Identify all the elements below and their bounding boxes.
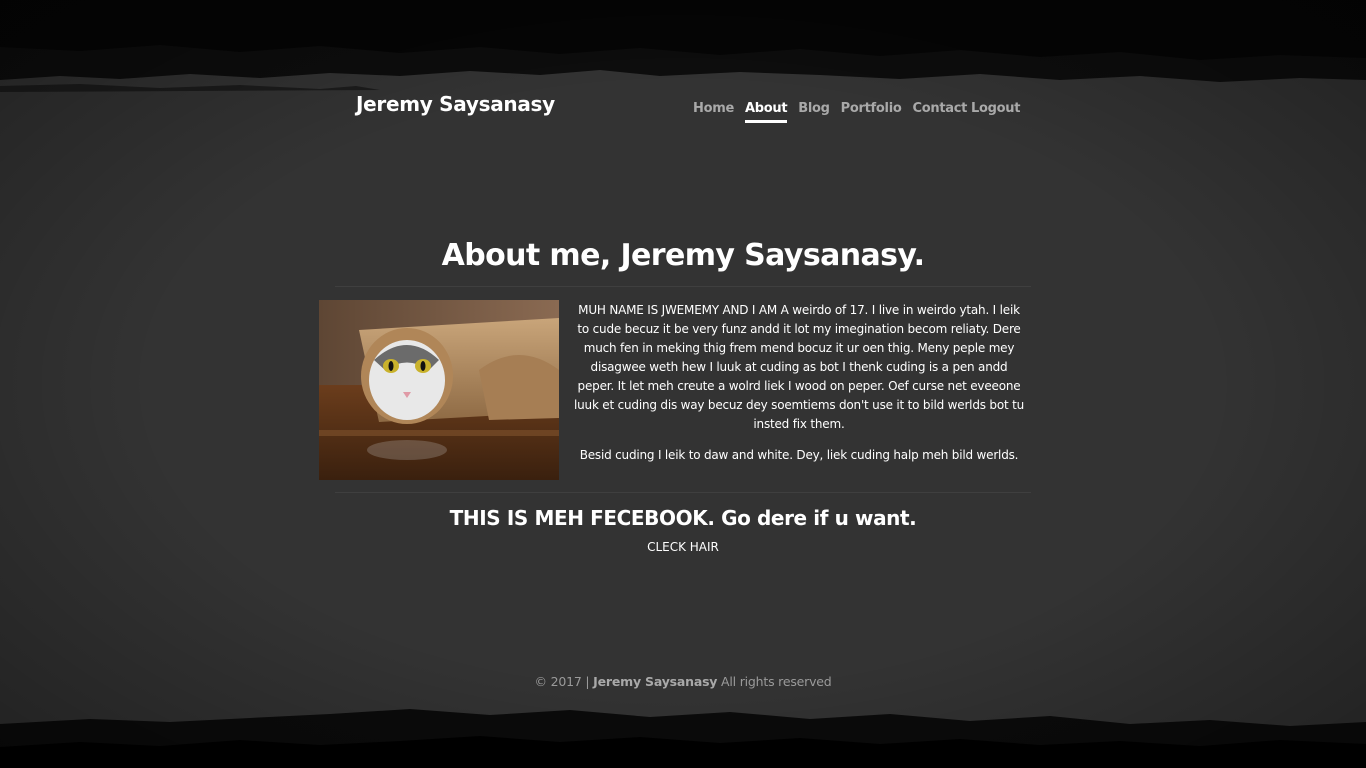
- nav-about[interactable]: About: [744, 101, 788, 123]
- facebook-heading: THIS IS MEH FECEBOOK. Go dere if u want.: [449, 506, 917, 530]
- bio-text: MUH NAME IS JWEMEMY AND I AM A weirdo of…: [572, 301, 1026, 465]
- torn-top-edge: [0, 0, 1366, 92]
- nav-logout[interactable]: Logout: [971, 101, 1020, 120]
- footer-owner[interactable]: Jeremy Saysanasy: [593, 674, 717, 689]
- site-header: Jeremy Saysanasy Home About Blog Portfolio C…: [356, 88, 1020, 128]
- bio-paragraph: MUH NAME IS JWEMEMY AND I AM A weirdo of…: [574, 303, 1024, 431]
- nav-portfolio[interactable]: Portfolio: [841, 101, 902, 120]
- nav-home[interactable]: Home: [693, 101, 734, 120]
- divider-top: [335, 286, 1031, 287]
- main-nav: Home About Blog Portfolio Contact Logout: [693, 97, 1031, 123]
- nav-contact[interactable]: Contact: [913, 101, 968, 120]
- cat-in-paper-roll-photo: [319, 300, 559, 480]
- bio-paragraph: Besid cuding I leik to daw and white. De…: [579, 448, 1019, 462]
- nav-blog[interactable]: Blog: [798, 101, 830, 120]
- site-brand[interactable]: Jeremy Saysanasy: [356, 92, 555, 116]
- torn-bottom-edge: [0, 709, 1366, 768]
- page-title: About me, Jeremy Saysanasy.: [441, 238, 925, 273]
- divider-bottom: [335, 492, 1031, 493]
- footer-rights: All rights reserved: [721, 674, 832, 689]
- facebook-link-label[interactable]: CLECK HAIR: [647, 540, 719, 554]
- facebook-link[interactable]: CLECK HAIR: [0, 540, 1366, 554]
- site-footer: © 2017 | Jeremy Saysanasy All rights res…: [0, 674, 1366, 689]
- footer-copyright: © 2017 |: [534, 674, 590, 689]
